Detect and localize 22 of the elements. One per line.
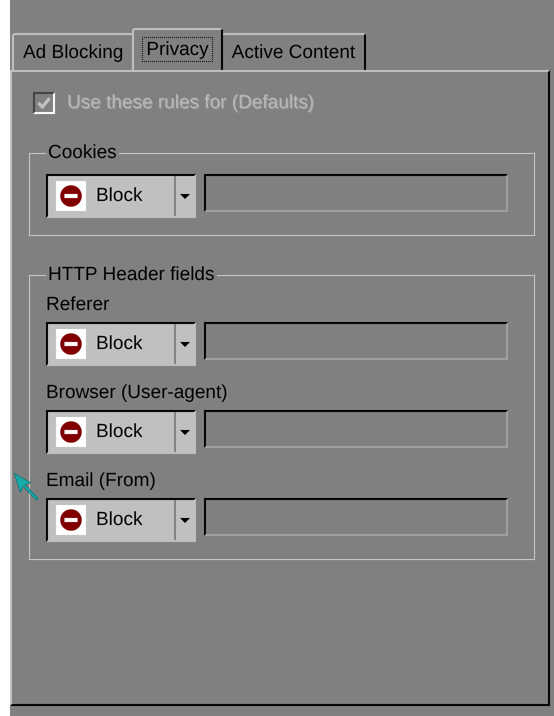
tab[interactable]: Active Content (220, 33, 366, 70)
action-dropdown[interactable]: Block (46, 498, 196, 542)
group-title: HTTP Header fields (47, 264, 216, 286)
block-icon (56, 505, 86, 535)
tab[interactable]: Ad Blocking (12, 33, 134, 70)
text-field[interactable] (204, 174, 508, 212)
field-label: Email (From) (46, 470, 156, 491)
action-dropdown[interactable]: Block (46, 174, 196, 218)
checkbox-label: Use these rules for (Defaults) (67, 92, 314, 114)
text-field[interactable] (204, 410, 508, 448)
text-field[interactable] (204, 498, 508, 536)
block-icon (56, 329, 86, 359)
field-label: Referer (46, 294, 110, 315)
action-dropdown[interactable]: Block (46, 322, 196, 366)
field-label: Browser (User-agent) (46, 382, 228, 403)
tab[interactable]: Privacy (132, 28, 223, 70)
action-dropdown[interactable]: Block (46, 410, 196, 454)
block-icon (56, 181, 86, 211)
checkmark-icon (36, 95, 52, 111)
block-icon (56, 417, 86, 447)
group-title: Cookies (47, 142, 118, 164)
text-field[interactable] (204, 322, 508, 360)
